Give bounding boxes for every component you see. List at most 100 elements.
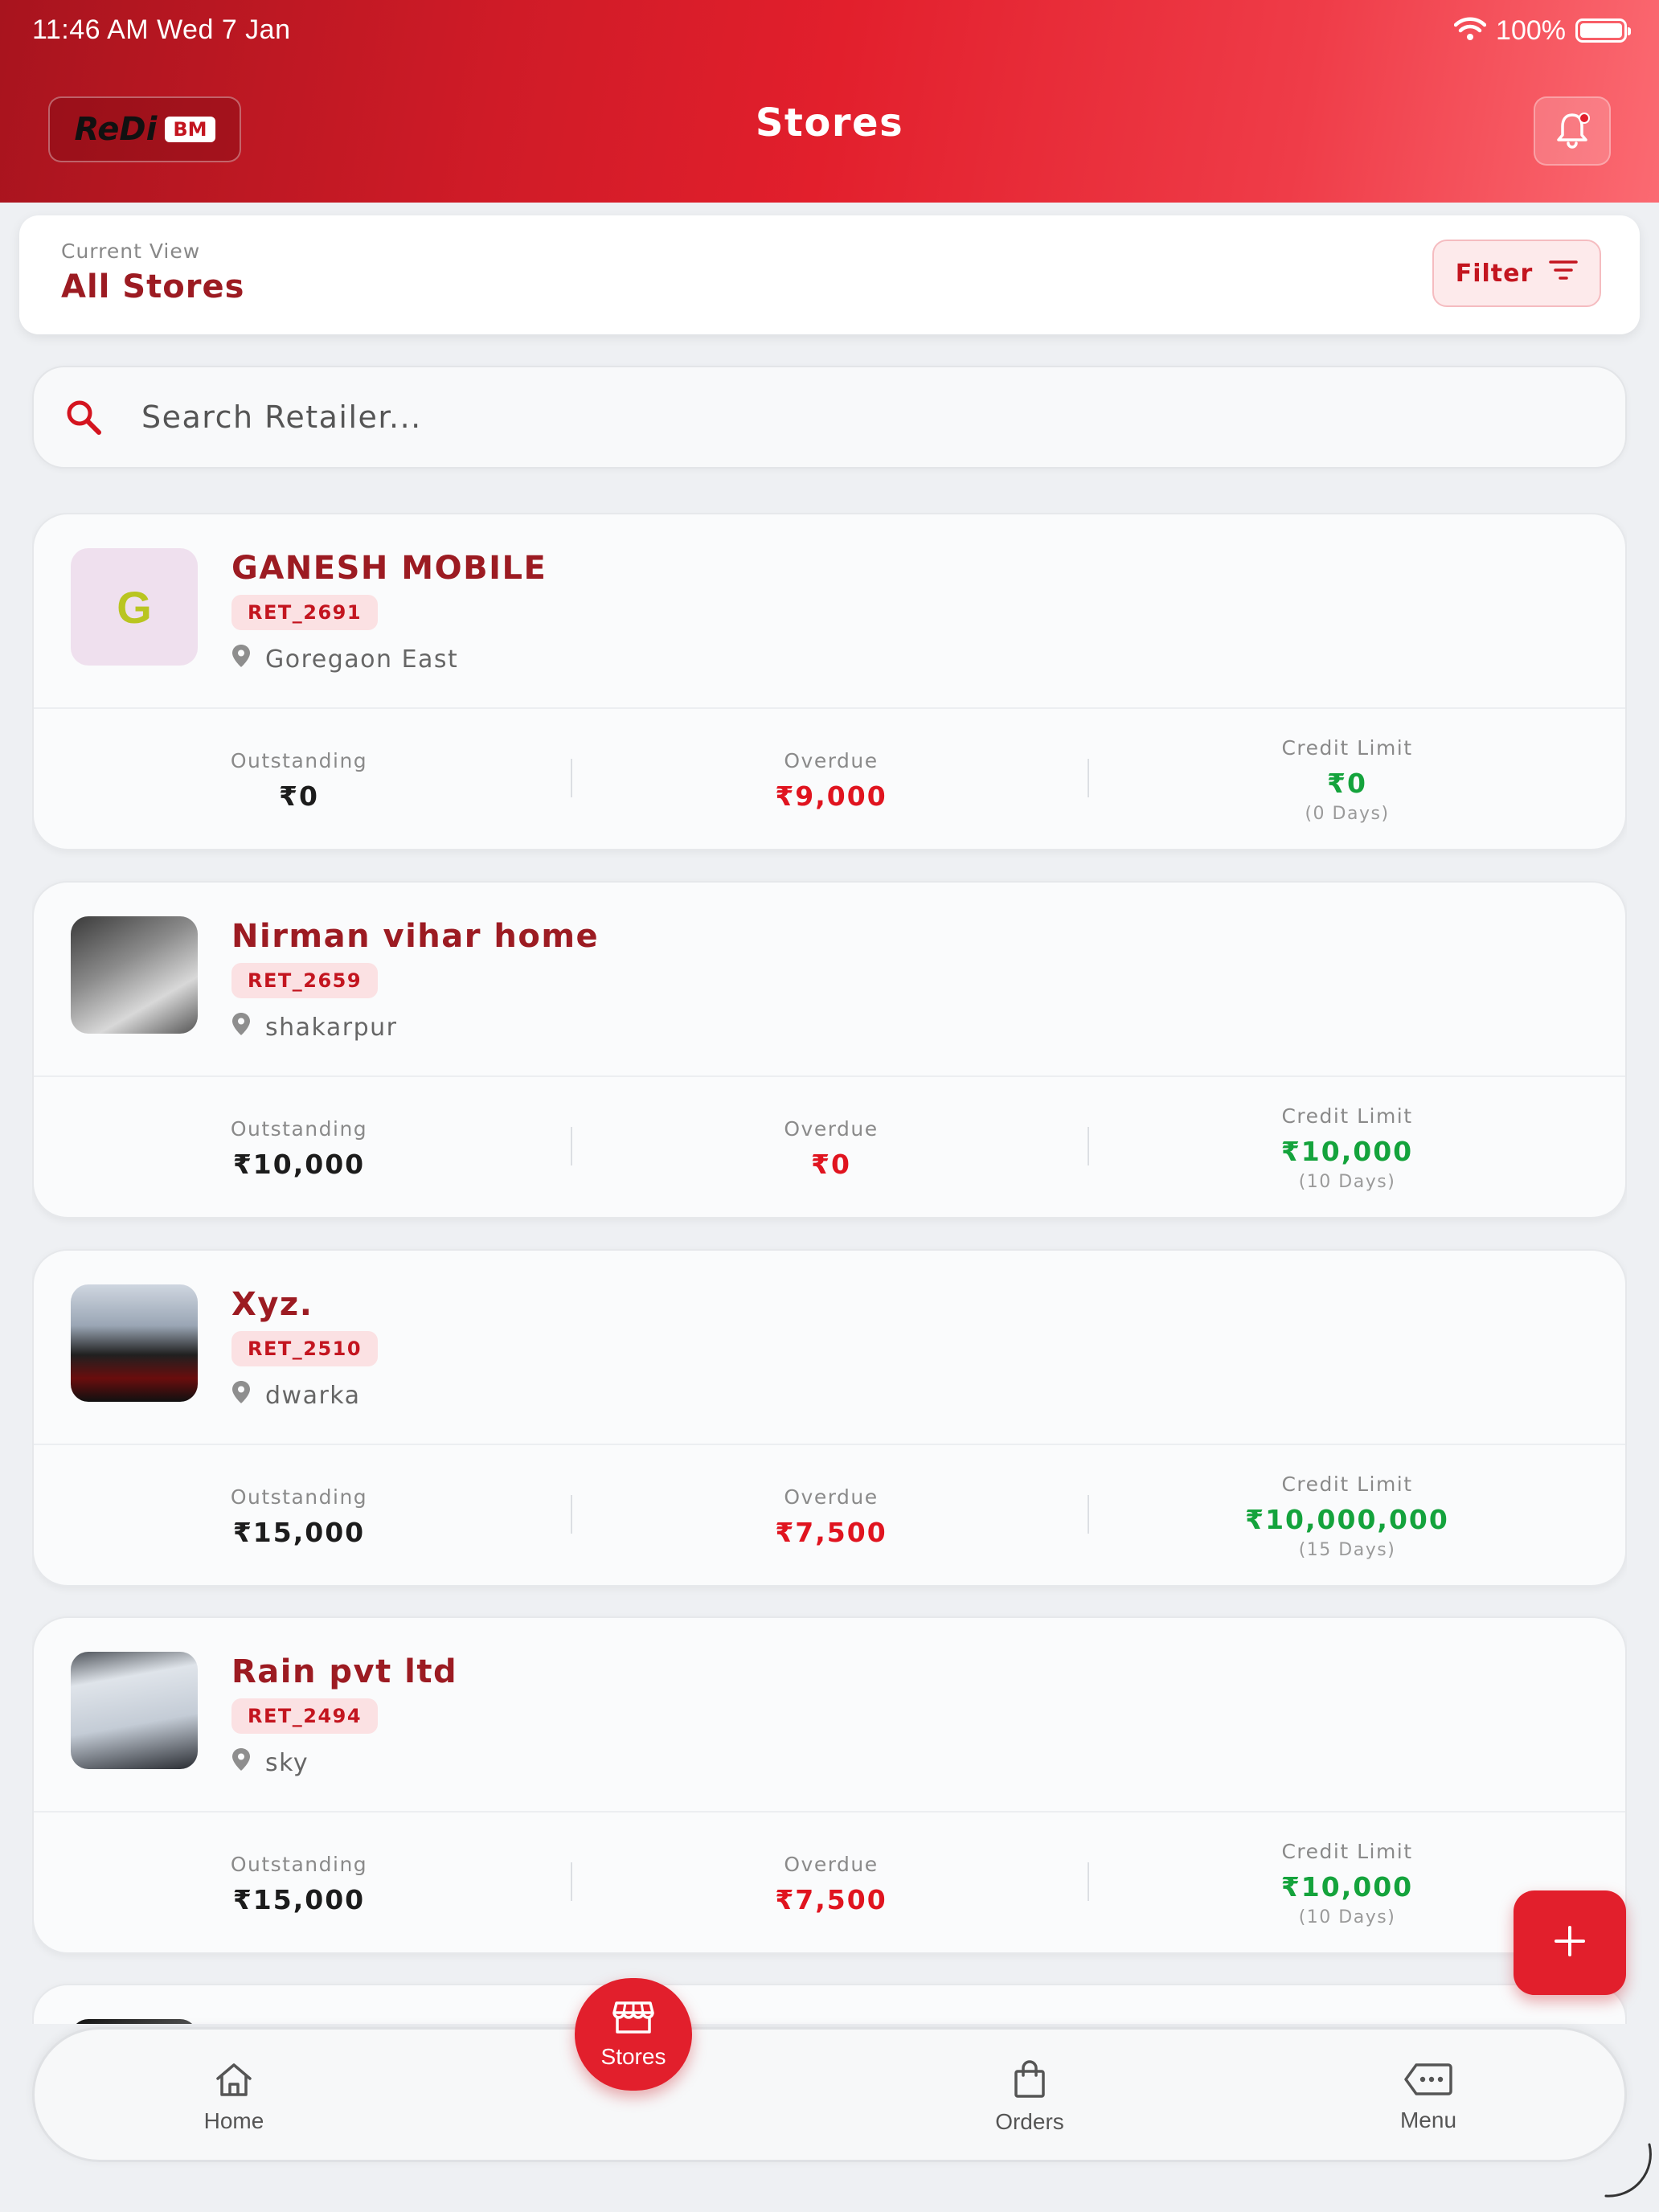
outstanding-stat: Outstanding ₹0 [34,709,564,850]
credit-limit-label: Credit Limit [1281,1473,1413,1496]
outstanding-stat: Outstanding ₹15,000 [34,1813,564,1954]
store-card[interactable]: Xyz. RET_2510 dwarka Outstanding ₹15,000… [32,1249,1627,1587]
outstanding-value: ₹15,000 [232,1884,366,1915]
store-card[interactable]: G GANESH MOBILE RET_2691 Goregaon East O… [32,513,1627,850]
battery-percentage: 100% [1496,14,1566,46]
outstanding-label: Outstanding [230,1117,368,1141]
store-card[interactable]: Rain pvt ltd RET_2494 sky Outstanding ₹1… [32,1616,1627,1954]
nav-menu-label: Menu [1399,2107,1457,2132]
overdue-label: Overdue [784,749,879,772]
outstanding-label: Outstanding [230,1485,368,1509]
store-photo [71,1284,198,1402]
store-card[interactable]: Nirman vihar home RET_2659 shakarpur Out… [32,881,1627,1219]
nav-stores-label: Stores [600,2043,666,2069]
overdue-label: Overdue [784,1485,879,1509]
store-icon [612,2000,655,2041]
credit-limit-value: ₹0 [1327,768,1367,799]
status-time-date: 11:46 AM Wed 7 Jan [32,14,291,45]
credit-limit-label: Credit Limit [1281,1104,1413,1128]
outstanding-label: Outstanding [230,749,368,772]
overdue-stat: Overdue ₹7,500 [566,1445,1096,1587]
overdue-stat: Overdue ₹0 [566,1077,1096,1219]
overdue-stat: Overdue ₹7,500 [566,1813,1096,1954]
store-name: Nirman vihar home [231,918,600,955]
store-card-header: Xyz. RET_2510 dwarka [34,1251,1625,1444]
store-name: Rain pvt ltd [231,1653,458,1690]
overdue-value: ₹7,500 [775,1517,887,1548]
outstanding-label: Outstanding [230,1853,368,1876]
store-photo [71,916,198,1034]
nav-orders-label: Orders [995,2108,1064,2134]
store-name: GANESH MOBILE [231,550,547,587]
store-card-header: Nirman vihar home RET_2659 shakarpur [34,883,1625,1075]
store-photo [71,1652,198,1769]
store-photo [71,2019,198,2024]
shopping-bag-icon [1012,2059,1047,2104]
nav-orders[interactable]: Orders [949,2030,1110,2165]
nav-stores[interactable]: Stores [575,1978,692,2091]
store-code-badge: RET_2510 [231,1331,379,1366]
store-location-text: sky [265,1748,309,1777]
store-stats: Outstanding ₹0 Overdue ₹9,000 Credit Lim… [34,709,1625,850]
resize-handle-icon [1604,2143,1652,2198]
store-card[interactable] [32,1984,1627,2024]
location-pin-icon [231,644,251,674]
current-view-value: All Stores [61,268,245,305]
store-location: Goregaon East [231,643,458,675]
outstanding-value: ₹10,000 [232,1149,366,1180]
store-stats: Outstanding ₹15,000 Overdue ₹7,500 Credi… [34,1445,1625,1587]
credit-limit-stat: Credit Limit ₹10,000,000 (15 Days) [1082,1445,1612,1587]
notifications-button[interactable] [1534,96,1611,166]
overdue-value: ₹0 [811,1149,851,1180]
battery-fill [1580,23,1622,38]
credit-limit-value: ₹10,000 [1280,1136,1414,1167]
nav-home-label: Home [203,2108,264,2133]
wifi-icon [1453,16,1487,45]
store-code-badge: RET_2691 [231,595,379,630]
location-pin-icon [231,1747,251,1778]
overdue-value: ₹7,500 [775,1884,887,1915]
credit-days: (15 Days) [1298,1540,1396,1560]
overdue-stat: Overdue ₹9,000 [566,709,1096,850]
nav-menu[interactable]: Menu [1348,2030,1509,2165]
plus-icon [1553,1924,1587,1961]
status-indicators: 100% [1453,13,1631,48]
filter-button[interactable]: Filter [1432,240,1601,307]
store-code-badge: RET_2659 [231,963,379,998]
search-input[interactable] [141,385,1588,449]
current-view-caption: Current View [61,240,201,263]
more-tag-icon [1403,2062,1453,2103]
store-card-header: Rain pvt ltd RET_2494 sky [34,1618,1625,1811]
store-avatar: G [71,548,198,666]
store-location-text: shakarpur [265,1013,398,1042]
credit-days: (0 Days) [1305,804,1390,824]
page-title: Stores [755,100,904,145]
credit-limit-value: ₹10,000,000 [1245,1504,1449,1535]
store-location: sky [231,1747,309,1779]
store-card-header: G GANESH MOBILE RET_2691 Goregaon East [34,514,1625,707]
home-icon [214,2061,254,2103]
bottom-navigation: Home Stores Orders Menu [32,1978,1627,2165]
add-store-button[interactable] [1514,1890,1626,1995]
credit-limit-stat: Credit Limit ₹0 (0 Days) [1082,709,1612,850]
overdue-value: ₹9,000 [775,780,887,812]
store-location: shakarpur [231,1011,397,1043]
notification-dot [1579,113,1590,124]
current-view-card: Current View All Stores Filter [19,215,1640,334]
filter-icon [1549,259,1579,288]
battery-icon [1575,18,1631,43]
credit-limit-stat: Credit Limit ₹10,000 (10 Days) [1082,1077,1612,1219]
store-location-text: Goregaon East [265,645,459,674]
store-location: dwarka [231,1379,361,1411]
store-location-text: dwarka [265,1381,361,1410]
credit-limit-label: Credit Limit [1281,736,1413,760]
overdue-label: Overdue [784,1853,879,1876]
outstanding-stat: Outstanding ₹15,000 [34,1445,564,1587]
location-pin-icon [231,1012,251,1043]
nav-home[interactable]: Home [154,2030,314,2165]
store-stats: Outstanding ₹15,000 Overdue ₹7,500 Credi… [34,1813,1625,1954]
store-code-badge: RET_2494 [231,1698,379,1734]
store-list[interactable]: G GANESH MOBILE RET_2691 Goregaon East O… [32,513,1627,2024]
outstanding-stat: Outstanding ₹10,000 [34,1077,564,1219]
location-pin-icon [231,1380,251,1411]
